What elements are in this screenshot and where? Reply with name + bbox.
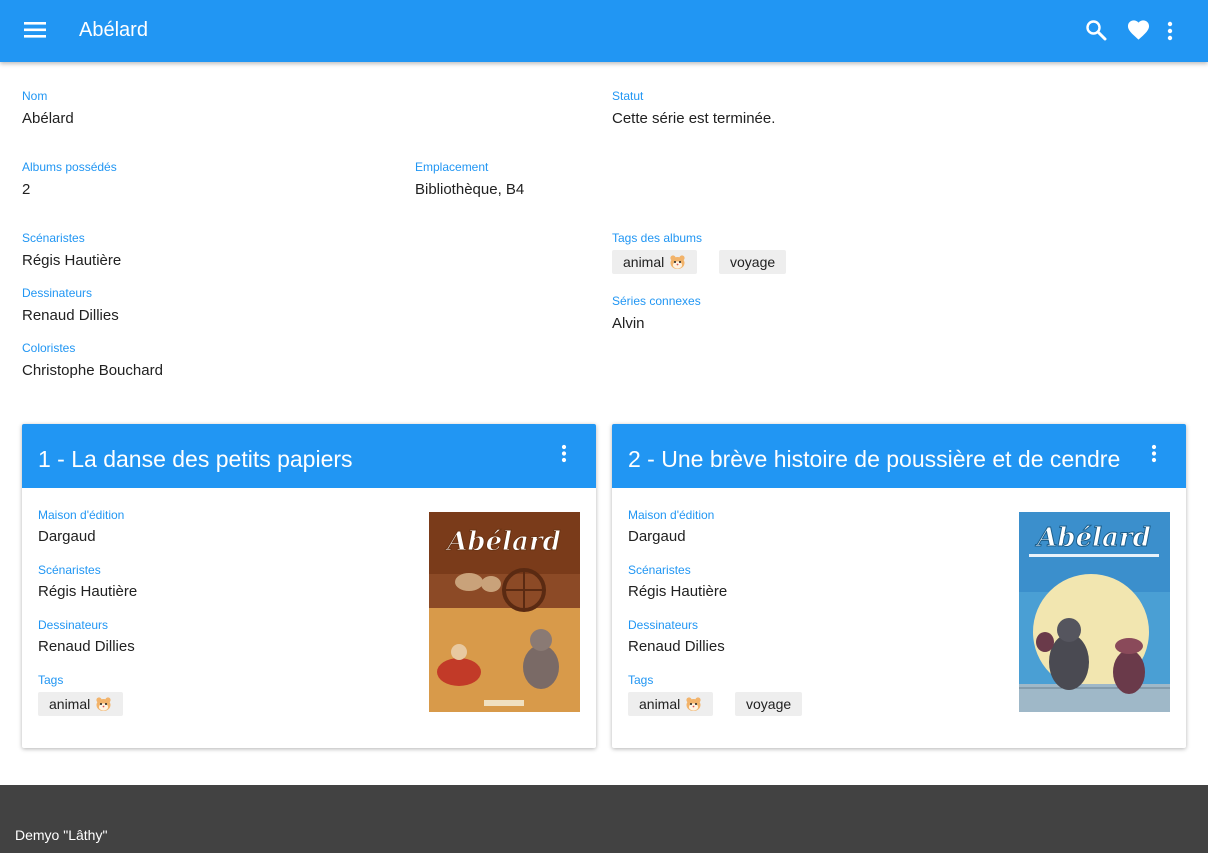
search-icon[interactable]	[1085, 19, 1107, 41]
field-label: Dessinateurs	[22, 286, 93, 300]
field-value: Cette série est terminée.	[612, 110, 776, 127]
heart-icon[interactable]	[1127, 19, 1150, 41]
field-label: Maison d'édition	[38, 508, 125, 522]
more-vert-icon[interactable]	[1146, 444, 1162, 464]
cover-title: Abélard	[444, 527, 561, 557]
tag-label: animal	[639, 696, 681, 712]
field-label: Tags des albums	[612, 231, 703, 245]
album-card: 2 - Une brève histoire de poussière et d…	[612, 424, 1186, 748]
publisher-field: Maison d'édition Dargaud	[38, 508, 124, 546]
series-status-field: Statut Cette série est terminée.	[612, 89, 775, 128]
tag-label: animal	[623, 254, 665, 270]
field-label: Scénaristes	[628, 563, 691, 577]
more-vert-icon[interactable]	[556, 444, 572, 464]
author-link[interactable]: Régis Hautière	[628, 583, 727, 601]
field-label: Nom	[22, 89, 48, 103]
tags-field: Tags	[38, 673, 63, 687]
location-field: Emplacement Bibliothèque, B4	[415, 160, 524, 199]
artists-field: Dessinateurs Renaud Dillies	[628, 618, 725, 656]
more-vert-icon[interactable]	[1163, 20, 1177, 42]
page-title: Abélard	[79, 19, 148, 41]
publisher-field: Maison d'édition Dargaud	[628, 508, 714, 546]
album-card-header: 2 - Une brève histoire de poussière et d…	[612, 424, 1186, 488]
app-bar: Abélard	[0, 0, 1208, 62]
series-name-field: Nom Abélard	[22, 89, 74, 128]
artists-field: Dessinateurs Renaud Dillies	[38, 618, 135, 656]
album-tags-field: Tags des albums	[612, 231, 702, 245]
field-label: Scénaristes	[22, 231, 85, 245]
field-label: Albums possédés	[22, 160, 117, 174]
field-label: Coloristes	[22, 341, 76, 355]
field-value: 2	[22, 181, 31, 198]
field-value: Dargaud	[628, 528, 686, 545]
writers-field: Scénaristes Régis Hautière	[628, 563, 727, 601]
album-card-header: 1 - La danse des petits papiers	[22, 424, 596, 488]
tag-chip-voyage[interactable]: voyage	[719, 250, 787, 274]
menu-icon[interactable]	[24, 19, 46, 41]
tag-label: animal	[49, 696, 91, 712]
field-label: Dessinateurs	[628, 618, 699, 632]
author-link[interactable]: Régis Hautière	[38, 583, 137, 601]
author-link[interactable]: Renaud Dillies	[628, 638, 725, 656]
field-label: Dessinateurs	[38, 618, 109, 632]
hamster-icon	[95, 695, 112, 711]
tag-chip-animal[interactable]: animal	[628, 692, 714, 716]
author-link[interactable]: Renaud Dillies	[22, 307, 119, 325]
field-label: Maison d'édition	[628, 508, 715, 522]
field-label: Statut	[612, 89, 644, 103]
field-value: Bibliothèque, B4	[415, 181, 525, 198]
writers-field: Scénaristes Régis Hautière	[38, 563, 137, 601]
tag-chip-animal[interactable]: animal	[612, 250, 698, 274]
field-label: Séries connexes	[612, 294, 701, 308]
hamster-icon	[685, 695, 702, 711]
field-label: Tags	[38, 673, 64, 687]
tags-field: Tags	[628, 673, 653, 687]
tag-label: voyage	[746, 696, 792, 712]
related-series-link[interactable]: Alvin	[612, 315, 701, 333]
cover-title: Abélard	[1034, 523, 1151, 553]
colorists-field: Coloristes Christophe Bouchard	[22, 341, 163, 380]
footer: Demyo "Lâthy"	[0, 785, 1208, 853]
author-link[interactable]: Renaud Dillies	[38, 638, 135, 656]
field-value: Abélard	[22, 110, 74, 127]
field-value: Dargaud	[38, 528, 96, 545]
field-label: Scénaristes	[38, 563, 101, 577]
tag-label: voyage	[730, 254, 776, 270]
author-link[interactable]: Christophe Bouchard	[22, 362, 163, 380]
author-link[interactable]: Régis Hautière	[22, 252, 121, 270]
field-label: Tags	[628, 673, 654, 687]
field-label: Emplacement	[415, 160, 489, 174]
footer-text: Demyo "Lâthy"	[15, 827, 108, 843]
album-title[interactable]: 2 - Une brève histoire de poussière et d…	[628, 445, 1138, 473]
owned-albums-field: Albums possédés 2	[22, 160, 117, 199]
artists-field: Dessinateurs Renaud Dillies	[22, 286, 119, 325]
writers-field: Scénaristes Régis Hautière	[22, 231, 121, 270]
tag-chip-voyage[interactable]: voyage	[735, 692, 803, 716]
album-cover-image[interactable]: Abélard	[429, 512, 580, 712]
tag-chip-animal[interactable]: animal	[38, 692, 124, 716]
album-title[interactable]: 1 - La danse des petits papiers	[38, 445, 548, 473]
related-series-field: Séries connexes Alvin	[612, 294, 701, 333]
album-cover-image[interactable]: Abélard	[1019, 512, 1170, 712]
album-card: 1 - La danse des petits papiers Maison d…	[22, 424, 596, 748]
hamster-icon	[669, 253, 686, 269]
